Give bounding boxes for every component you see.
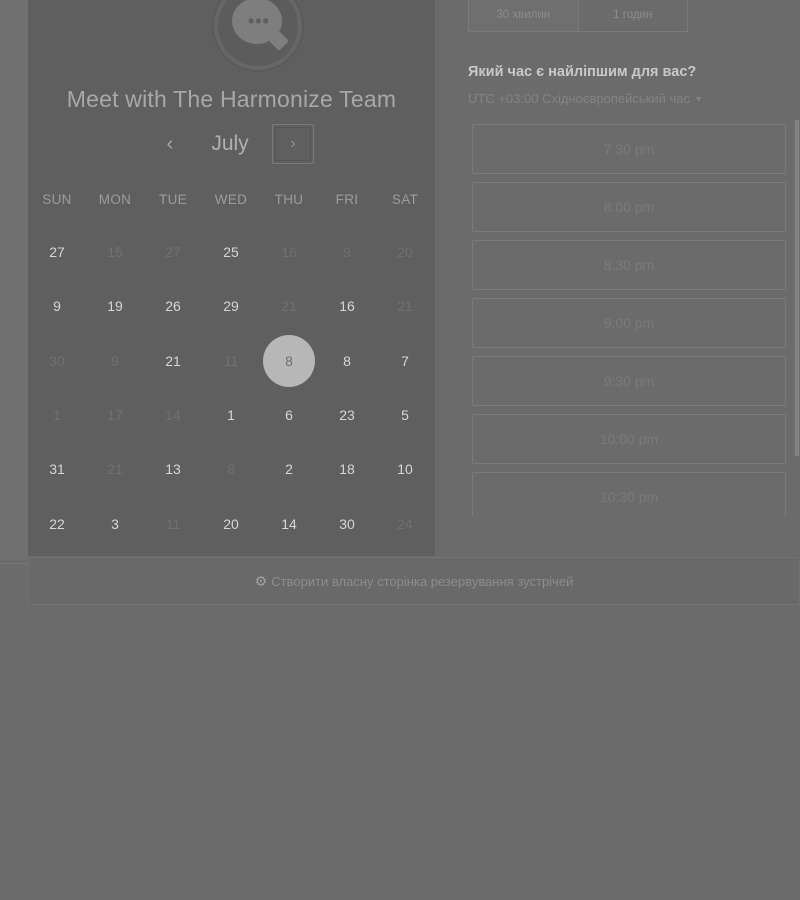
calendar-day: 9 [343, 244, 351, 260]
calendar-day[interactable]: 5 [379, 389, 431, 441]
time-slot-button[interactable]: 9:00 pm [472, 298, 786, 348]
time-slot-button[interactable]: 10:00 pm [472, 414, 786, 464]
selected-day[interactable]: 8 [263, 335, 315, 387]
calendar-day[interactable]: 3 [89, 498, 141, 550]
meeting-title: Meet with The Harmonize Team [66, 86, 397, 112]
calendar-day: 8 [227, 461, 235, 477]
divider [0, 563, 28, 564]
calendar-day: 11 [223, 353, 239, 369]
calendar-day[interactable]: 23 [321, 389, 373, 441]
meetings-page: ••• Meet with The Harmonize Team ‹ July … [0, 0, 800, 900]
time-slot-button[interactable]: 7:30 pm [472, 124, 786, 174]
calendar-day: 11 [165, 516, 181, 532]
time-slot-list: 7:30 pm 8:00 pm 8:30 pm 9:00 pm 9:30 pm … [472, 124, 788, 516]
weekday-label: MON [98, 192, 132, 207]
month-navigation: ‹ July › [28, 124, 435, 164]
month-label: July [211, 132, 249, 155]
calendar-day[interactable]: 9 [31, 280, 83, 332]
calendar-day: 21 [397, 298, 413, 314]
previous-month-button[interactable]: ‹ [156, 130, 184, 158]
calendar-day[interactable]: 27 [31, 226, 83, 278]
calendar-day[interactable]: 25 [205, 226, 257, 278]
calendar-day[interactable]: 22 [31, 498, 83, 550]
timezone-label: UTC +03:00 Східноєвропейський час [468, 91, 690, 106]
weekday-header: SUN MON TUE WED THU FRI SAT [28, 192, 435, 210]
calendar-day[interactable]: 26 [147, 280, 199, 332]
calendar-day: 14 [165, 407, 181, 423]
create-booking-page-link[interactable]: ⚙ Створити власну сторінка резервування з… [28, 557, 800, 605]
calendar-day[interactable]: 14 [263, 498, 315, 550]
calendar-day: 20 [397, 244, 413, 260]
weekday-label: WED [214, 192, 248, 207]
duration-toggle: 30 хвилин 1 годин [468, 0, 688, 32]
calendar-day: 17 [107, 407, 123, 423]
calendar-day[interactable]: 30 [321, 498, 373, 550]
weekday-label: FRI [335, 192, 359, 207]
calendar-day[interactable]: 13 [147, 443, 199, 495]
caret-down-icon: ▼ [693, 94, 703, 104]
weekday-label: SUN [42, 192, 72, 207]
calendar-day[interactable]: 20 [205, 498, 257, 550]
scrollbar-thumb[interactable] [795, 120, 799, 456]
calendar-day[interactable]: 7 [379, 335, 431, 387]
calendar-day[interactable]: 29 [205, 280, 257, 332]
hubspot-sprocket-icon: ⚙ [254, 573, 268, 589]
time-question-heading: Який час є найліпшим для вас? [468, 64, 697, 80]
time-slot-button[interactable]: 8:30 pm [472, 240, 786, 290]
timezone-selector[interactable]: UTC +03:00 Східноєвропейський час ▼ [468, 91, 703, 106]
duration-1-hour-button[interactable]: 1 годин [577, 0, 688, 31]
calendar-panel: ••• Meet with The Harmonize Team ‹ July … [28, 0, 435, 556]
time-slot-button[interactable]: 9:30 pm [472, 356, 786, 406]
calendar-day: 27 [165, 244, 181, 260]
calendar-day[interactable]: 8 [321, 335, 373, 387]
calendar-day[interactable]: 21 [147, 335, 199, 387]
calendar-day: 9 [111, 353, 119, 369]
calendar-day: 15 [107, 244, 123, 260]
calendar-day[interactable]: 31 [31, 443, 83, 495]
calendar-day: 1 [53, 407, 61, 423]
calendar-day: 21 [281, 298, 297, 314]
calendar-day: 16 [281, 244, 297, 260]
duration-30-min-button[interactable]: 30 хвилин [469, 0, 578, 31]
calendar-day[interactable]: 10 [379, 443, 431, 495]
calendar-day: 21 [107, 461, 123, 477]
weekday-label: TUE [159, 192, 187, 207]
calendar-day[interactable]: 2 [263, 443, 315, 495]
calendar-day[interactable]: 19 [89, 280, 141, 332]
ellipsis-icon: ••• [248, 11, 270, 31]
calendar-day: 30 [49, 353, 65, 369]
calendar-day[interactable]: 6 [263, 389, 315, 441]
calendar-day: 24 [397, 516, 413, 532]
weekday-label: THU [274, 192, 304, 207]
calendar-day[interactable]: 18 [321, 443, 373, 495]
calendar-day[interactable]: 16 [321, 280, 373, 332]
time-slot-button[interactable]: 10:30 pm [472, 472, 786, 516]
next-month-button[interactable]: › [272, 124, 314, 164]
left-margin [0, 0, 28, 560]
time-selection-panel: 30 хвилин 1 годин Який час є найліпшим д… [435, 0, 800, 556]
company-logo: ••• [218, 0, 298, 66]
footer-link-text: Створити власну сторінка резервування зу… [271, 574, 574, 589]
time-slot-button[interactable]: 8:00 pm [472, 182, 786, 232]
slot-scrollbar[interactable] [793, 120, 800, 456]
weekday-label: SAT [391, 192, 419, 207]
calendar-day[interactable]: 1 [205, 389, 257, 441]
